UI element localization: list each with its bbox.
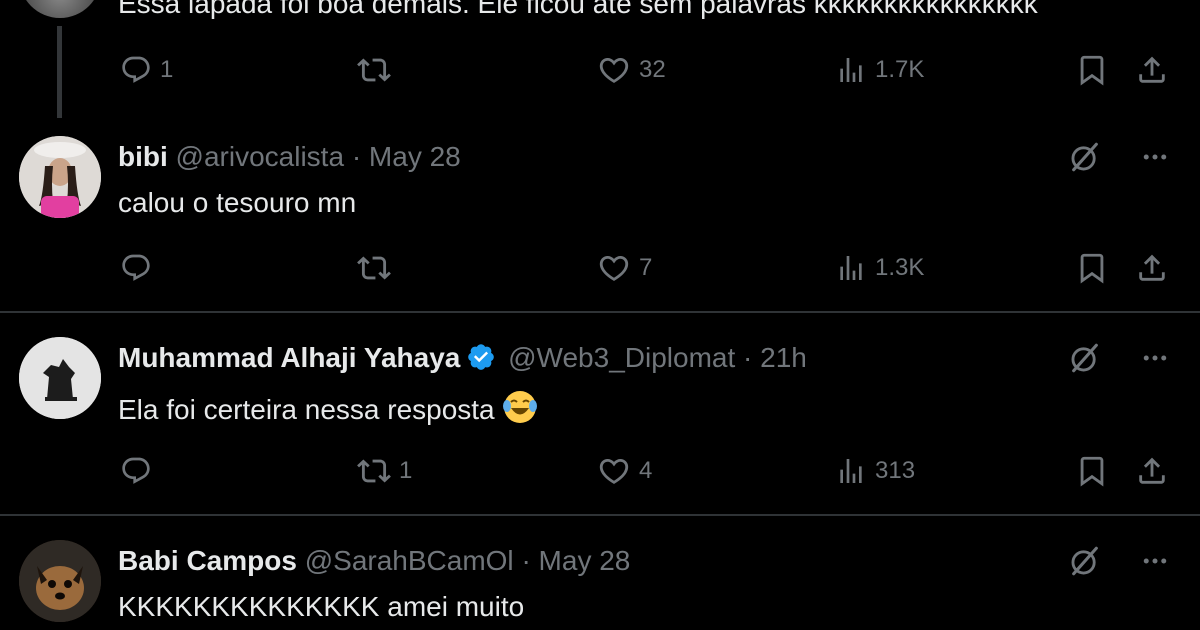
reply-button[interactable] (120, 248, 160, 288)
like-icon (597, 251, 631, 285)
views-icon (835, 54, 867, 86)
more-icon[interactable] (1140, 546, 1170, 576)
reply-count: 1 (160, 56, 174, 83)
bookmark-button[interactable] (1075, 50, 1109, 90)
user-handle[interactable]: @arivocalista (176, 141, 344, 172)
avatar-image (19, 540, 101, 622)
share-button[interactable] (1135, 451, 1169, 491)
more-icon[interactable] (1140, 343, 1170, 373)
tweet-header: bibi @arivocalista · May 28 (118, 140, 461, 174)
reply-button[interactable]: 1 (120, 50, 173, 90)
display-name[interactable]: bibi (118, 141, 168, 172)
like-count: 4 (639, 457, 653, 484)
avatar-image (19, 337, 101, 419)
reply-feed: Essa lapada foi boa demais. Ele ficou at… (0, 0, 1200, 630)
grok-icon[interactable] (1068, 140, 1102, 174)
timestamp[interactable]: 21h (760, 342, 807, 373)
separator-dot: · (351, 141, 362, 172)
views-count: 1.3K (875, 254, 925, 281)
repost-icon (357, 53, 391, 87)
views-button[interactable]: 1.3K (835, 248, 924, 288)
repost-button[interactable] (357, 248, 399, 288)
views-button[interactable]: 313 (835, 451, 915, 491)
grok-icon[interactable] (1068, 341, 1102, 375)
tweet-top-actions (1068, 544, 1170, 578)
repost-count: 1 (399, 457, 413, 484)
avatar[interactable] (19, 0, 101, 18)
like-count: 32 (639, 56, 666, 83)
avatar-image (19, 136, 101, 218)
tweet-top-actions (1068, 140, 1170, 174)
timestamp[interactable]: May 28 (539, 545, 631, 576)
separator-dot: · (521, 545, 531, 576)
action-bar: 7 1.3K (0, 248, 1200, 288)
views-button[interactable]: 1.7K (835, 50, 924, 90)
reply-icon (120, 54, 152, 86)
reply-button[interactable] (120, 451, 160, 491)
like-icon (597, 454, 631, 488)
like-button[interactable]: 7 (597, 248, 652, 288)
share-button[interactable] (1135, 248, 1169, 288)
views-icon (835, 455, 867, 487)
tweet-3[interactable]: Muhammad Alhaji Yahaya @Web3_Diplomat · … (0, 313, 1200, 513)
tweet-text: Essa lapada foi boa demais. Ele ficou at… (118, 0, 1038, 19)
share-icon (1135, 251, 1169, 285)
bookmark-button[interactable] (1075, 451, 1109, 491)
like-button[interactable]: 4 (597, 451, 652, 491)
repost-button[interactable] (357, 50, 399, 90)
bookmark-button[interactable] (1075, 248, 1109, 288)
tweet-text-content: Ela foi certeira nessa resposta (118, 394, 495, 425)
views-icon (835, 252, 867, 284)
tweet-top-actions (1068, 341, 1170, 375)
share-icon (1135, 53, 1169, 87)
tweet-text: Ela foi certeira nessa resposta (118, 389, 538, 427)
reply-icon (120, 455, 152, 487)
share-icon (1135, 454, 1169, 488)
bookmark-icon (1075, 454, 1109, 488)
share-button[interactable] (1135, 50, 1169, 90)
avatar[interactable] (19, 337, 101, 419)
repost-icon (357, 251, 391, 285)
repost-button[interactable]: 1 (357, 451, 412, 491)
like-button[interactable]: 32 (597, 50, 666, 90)
timestamp[interactable]: May 28 (369, 141, 461, 172)
tweet-2[interactable]: bibi @arivocalista · May 28 calou o teso… (0, 130, 1200, 310)
more-icon[interactable] (1140, 142, 1170, 172)
views-count: 1.7K (875, 56, 925, 83)
reply-icon (120, 252, 152, 284)
avatar[interactable] (19, 540, 101, 622)
grok-icon[interactable] (1068, 544, 1102, 578)
action-bar: 1 4 313 (0, 451, 1200, 491)
bookmark-icon (1075, 251, 1109, 285)
user-handle[interactable]: @Web3_Diplomat (508, 342, 735, 373)
avatar[interactable] (19, 136, 101, 218)
tweet-1[interactable]: Essa lapada foi boa demais. Ele ficou at… (0, 0, 1200, 130)
tweet-header: Muhammad Alhaji Yahaya @Web3_Diplomat · … (118, 341, 807, 375)
user-handle[interactable]: @SarahBCamOl (305, 545, 514, 576)
display-name[interactable]: Babi Campos (118, 545, 297, 576)
tweet-text: calou o tesouro mn (118, 187, 357, 218)
like-count: 7 (639, 254, 653, 281)
separator-dot: · (743, 342, 753, 373)
tweet-header: Babi Campos @SarahBCamOl · May 28 (118, 544, 630, 578)
like-icon (597, 53, 631, 87)
tweet-text: KKKKKKKKKKKKKK amei muito (118, 591, 525, 622)
action-bar: 1 32 1.7K (0, 50, 1200, 90)
tweet-4[interactable]: Babi Campos @SarahBCamOl · May 28 KKKKKK… (0, 516, 1200, 630)
views-count: 313 (875, 457, 916, 484)
display-name[interactable]: Muhammad Alhaji Yahaya (118, 342, 460, 373)
repost-icon (357, 454, 391, 488)
bookmark-icon (1075, 53, 1109, 87)
verified-badge-icon (468, 344, 495, 370)
face-with-tears-of-joy-icon (503, 391, 538, 423)
